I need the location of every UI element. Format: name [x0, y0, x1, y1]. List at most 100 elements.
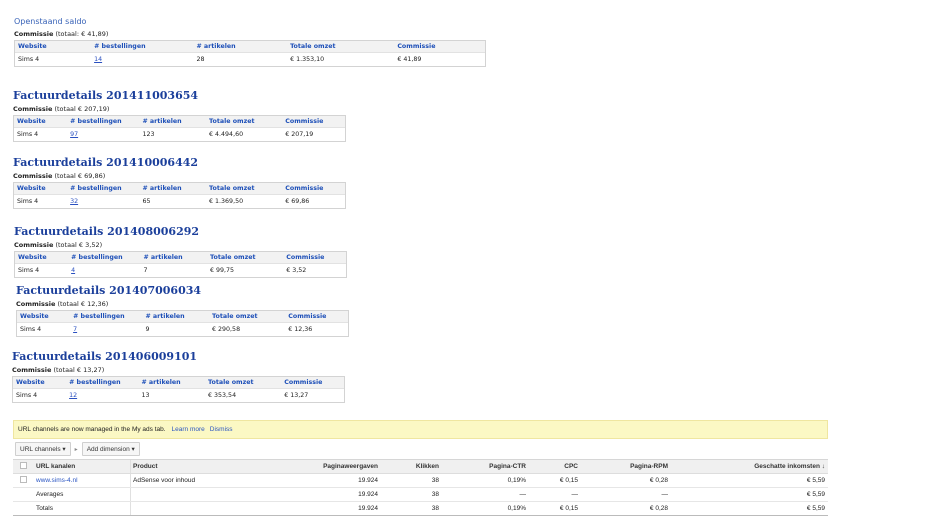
col-commission: Commissie	[285, 185, 324, 192]
col-website: Website	[18, 43, 47, 50]
cell-revenue: € 1.369,50	[209, 198, 244, 205]
open-balance-table: Website # bestellingen # artikelen Total…	[14, 40, 486, 67]
commission-label: Commissie	[14, 241, 54, 249]
cell-website: Sims 4	[16, 392, 38, 399]
cell-commission: € 207,19	[285, 131, 314, 138]
col-items: # artikelen	[143, 254, 183, 261]
learn-more-link[interactable]: Learn more	[172, 426, 205, 433]
col-revenue: Totale omzet	[209, 185, 255, 192]
table-header: Website # bestellingen # artikelen Total…	[15, 41, 485, 52]
col-website: Website	[17, 118, 46, 125]
commission-line: Commissie (totaal € 207,19)	[13, 105, 346, 113]
cell-revenue: € 353,54	[208, 392, 237, 399]
col-cpc[interactable]: CPC	[528, 463, 580, 470]
cell-website: Sims 4	[17, 198, 39, 205]
orders-link[interactable]: 97	[70, 131, 78, 138]
col-commission: Commissie	[286, 254, 325, 261]
cell-product	[130, 502, 265, 515]
cell-estimated-earnings: € 5,59	[806, 477, 825, 484]
orders-link[interactable]: 12	[69, 392, 77, 399]
add-dimension-label: Add dimension	[86, 446, 130, 453]
cell-items: 123	[142, 131, 155, 138]
table-header: Website # bestellingen # artikelen Total…	[17, 311, 348, 322]
commission-line: Commissie (totaal € 13,27)	[12, 366, 345, 374]
cell-website: Sims 4	[17, 131, 39, 138]
averages-label: Averages	[36, 491, 64, 498]
row-checkbox[interactable]	[19, 476, 27, 483]
chevron-right-icon: ▸	[74, 446, 78, 453]
cell-revenue: € 4.494,60	[209, 131, 244, 138]
cell-website: Sims 4	[18, 56, 40, 63]
col-estimated-earnings[interactable]: Geschatte inkomsten ↓	[670, 463, 827, 470]
caret-down-icon: ▾	[131, 446, 135, 453]
invoice-title: Factuurdetails 201410006442	[13, 156, 199, 169]
url-channel-link[interactable]: www.sims-4.nl	[33, 477, 130, 484]
orders-link[interactable]: 4	[71, 267, 75, 274]
cell-website: Sims 4	[18, 267, 40, 274]
cell-items: 28	[196, 56, 205, 63]
table-row: Averages 19.924 38 — — — € 5,59	[13, 488, 828, 502]
col-pageviews[interactable]: Paginaweergaven	[265, 463, 380, 470]
cell-items: 65	[142, 198, 151, 205]
col-revenue: Totale omzet	[208, 379, 254, 386]
cell-cpc: € 0,15	[559, 505, 578, 512]
col-commission: Commissie	[284, 379, 323, 386]
table-row: www.sims-4.nl AdSense voor inhoud 19.924…	[13, 474, 828, 488]
col-revenue: Totale omzet	[290, 43, 336, 50]
col-items: # artikelen	[142, 185, 182, 192]
commission-line: Commissie (totaal € 69,86)	[13, 172, 346, 180]
col-page-rpm[interactable]: Pagina-RPM	[580, 463, 670, 470]
invoice-title: Factuurdetails 201411003654	[13, 89, 199, 102]
orders-link[interactable]: 7	[73, 326, 77, 333]
open-balance-title: Openstaand saldo	[14, 17, 87, 26]
select-all-checkbox[interactable]	[19, 462, 27, 469]
col-items: # artikelen	[142, 118, 182, 125]
notice-text: URL channels are now managed in the My a…	[18, 426, 166, 433]
invoice-table: Website # bestellingen # artikelen Total…	[12, 376, 345, 403]
table-header: Website # bestellingen # artikelen Total…	[14, 183, 345, 194]
cell-page-ctr: —	[519, 491, 527, 498]
cell-items: 9	[145, 326, 150, 333]
commission-line: Commissie (totaal: € 41,89)	[14, 30, 486, 38]
orders-link[interactable]: 14	[94, 56, 102, 63]
cell-pageviews: 19.924	[358, 505, 378, 512]
orders-link[interactable]: 32	[70, 198, 78, 205]
totals-label: Totals	[36, 505, 53, 512]
cell-estimated-earnings: € 5,59	[806, 491, 825, 498]
cell-cpc: € 0,15	[559, 477, 578, 484]
cell-clicks: 38	[431, 505, 439, 512]
col-website: Website	[20, 313, 49, 320]
invoice-title: Factuurdetails 201406009101	[12, 350, 198, 363]
col-page-ctr[interactable]: Pagina-CTR	[441, 463, 528, 470]
table-row: Sims 4 14 28 € 1.353,10 € 41,89	[15, 52, 485, 66]
col-orders: # bestellingen	[94, 43, 146, 50]
dismiss-link[interactable]: Dismiss	[210, 426, 233, 433]
col-commission: Commissie	[285, 118, 324, 125]
col-revenue: Totale omzet	[209, 118, 255, 125]
col-clicks[interactable]: Klikken	[380, 463, 441, 470]
invoice-table: Website # bestellingen # artikelen Total…	[16, 310, 349, 337]
invoice-section: Factuurdetails 201410006442 Commissie (t…	[13, 156, 346, 209]
invoice-table: Website # bestellingen # artikelen Total…	[13, 182, 346, 209]
url-channels-dropdown[interactable]: URL channels ▾	[15, 442, 71, 456]
commission-total: (totaal € 3,52)	[55, 241, 103, 249]
cell-commission: € 69,86	[285, 198, 310, 205]
commission-label: Commissie	[13, 172, 53, 180]
col-website: Website	[16, 379, 45, 386]
col-product[interactable]: Product	[130, 460, 265, 473]
add-dimension-dropdown[interactable]: Add dimension ▾	[81, 442, 140, 456]
cell-cpc: —	[571, 491, 579, 498]
invoice-table: Website # bestellingen # artikelen Total…	[13, 115, 346, 142]
commission-label: Commissie	[13, 105, 53, 113]
cell-clicks: 38	[431, 491, 439, 498]
invoice-section: Factuurdetails 201411003654 Commissie (t…	[13, 89, 346, 142]
invoice-section: Factuurdetails 201408006292 Commissie (t…	[14, 225, 347, 278]
cell-commission: € 3,52	[286, 267, 307, 274]
col-url-channels[interactable]: URL kanalen	[33, 463, 130, 470]
commission-line: Commissie (totaal € 12,36)	[16, 300, 349, 308]
commission-line: Commissie (totaal € 3,52)	[14, 241, 347, 249]
cell-page-ctr: 0,19%	[507, 477, 526, 484]
table-row: Totals 19.924 38 0,19% € 0,15 € 0,28 € 5…	[13, 502, 828, 516]
cell-page-rpm: € 0,28	[649, 505, 668, 512]
cell-commission: € 13,27	[284, 392, 309, 399]
